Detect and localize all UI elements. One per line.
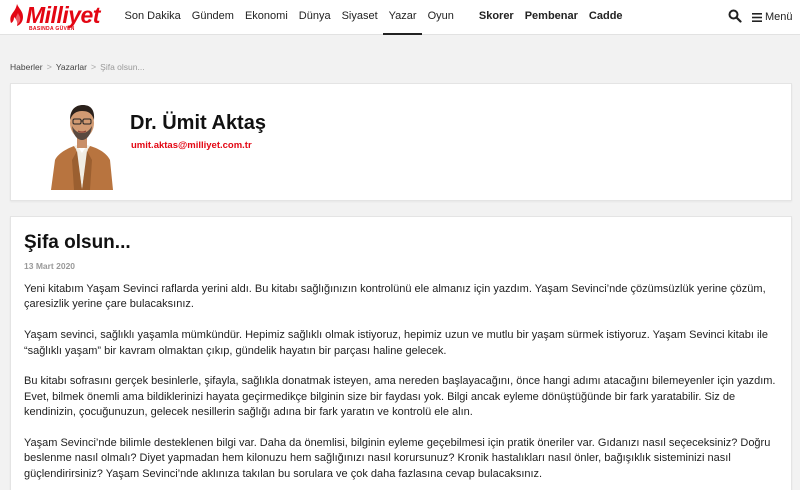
- nav-item-skorer[interactable]: Skorer: [473, 0, 519, 35]
- nav-item-siyaset[interactable]: Siyaset: [336, 0, 383, 35]
- article-paragraph: Bu kitabı sofrasını gerçek besinlerle, ş…: [24, 375, 776, 388]
- milliyet-logo[interactable]: Milliyet BASINDA GÜVEN: [9, 2, 113, 32]
- nav-item-pembenar[interactable]: Pembenar: [519, 0, 583, 35]
- top-navigation-bar: Milliyet BASINDA GÜVEN Son Dakika Gündem…: [0, 0, 800, 35]
- logo-text: Milliyet: [26, 2, 100, 28]
- author-photo[interactable]: [47, 98, 117, 190]
- main-nav: Son Dakika Gündem Ekonomi Dünya Siyaset …: [119, 0, 628, 35]
- breadcrumb-haberler[interactable]: Haberler: [10, 62, 43, 72]
- article-title: Şifa olsun...: [24, 232, 131, 253]
- nav-item-ekonomi[interactable]: Ekonomi: [239, 0, 293, 35]
- chevron-right-icon: >: [90, 62, 97, 72]
- author-name: Dr. Ümit Aktaş: [130, 112, 266, 134]
- author-card: Dr. Ümit Aktaş umit.aktas@milliyet.com.t…: [10, 83, 792, 201]
- article-paragraph: Yaşam Sevinci’nde bilimle desteklenen bi…: [24, 437, 771, 480]
- nav-item-cadde[interactable]: Cadde: [583, 0, 628, 35]
- article-paragraph: Yeni kitabım Yaşam Sevinci raflarda yeri…: [24, 283, 766, 311]
- breadcrumb: Haberler > Yazarlar > Şifa olsun...: [10, 62, 145, 72]
- article-card: Şifa olsun... 13 Mart 2020 Yeni kitabım …: [10, 216, 792, 490]
- breadcrumb-current: Şifa olsun...: [100, 62, 145, 72]
- logo-tagline: BASINDA GÜVEN: [29, 26, 75, 32]
- article-date: 13 Mart 2020: [24, 261, 76, 271]
- author-email-link[interactable]: umit.aktas@milliyet.com.tr: [131, 140, 252, 151]
- flame-icon: [10, 4, 23, 26]
- article-paragraph: Yaşam sevinci, sağlıklı yaşamla mümkündü…: [24, 329, 768, 357]
- article-paragraph: Evet, bilmek önemli ama bildiklerinizi h…: [24, 390, 736, 419]
- nav-item-yazar[interactable]: Yazar: [383, 0, 423, 35]
- hamburger-icon: [752, 13, 762, 22]
- menu-label: Menü: [765, 11, 793, 23]
- nav-item-son-dakika[interactable]: Son Dakika: [119, 0, 186, 35]
- search-icon[interactable]: [728, 9, 742, 23]
- nav-item-dunya[interactable]: Dünya: [293, 0, 336, 35]
- breadcrumb-yazarlar[interactable]: Yazarlar: [56, 62, 87, 72]
- nav-spacer: [459, 0, 473, 35]
- nav-item-oyun[interactable]: Oyun: [422, 0, 459, 35]
- article-body: Yeni kitabım Yaşam Sevinci raflarda yeri…: [24, 282, 776, 490]
- menu-button[interactable]: Menü: [752, 0, 793, 35]
- nav-item-gundem[interactable]: Gündem: [186, 0, 239, 35]
- chevron-right-icon: >: [46, 62, 52, 72]
